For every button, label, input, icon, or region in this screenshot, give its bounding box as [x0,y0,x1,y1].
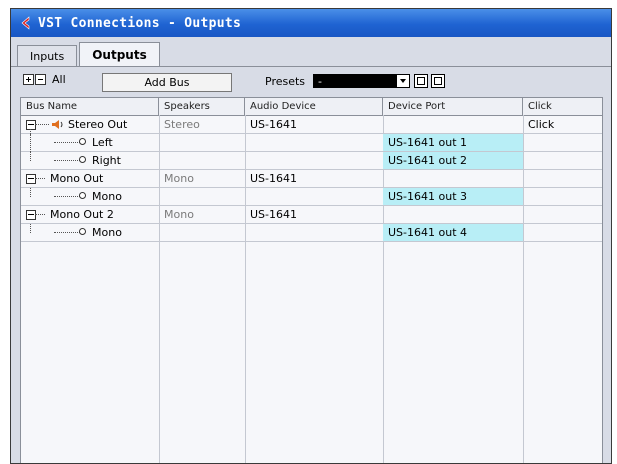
audio-device-value[interactable]: US-1641 [245,206,297,223]
remove-preset-icon[interactable] [431,74,445,88]
presets-label: Presets [265,75,306,88]
channel-name: Left [92,136,113,149]
collapse-all-icon[interactable] [35,74,46,85]
tab-outputs[interactable]: Outputs [79,42,160,66]
audio-device-value[interactable]: US-1641 [245,170,297,187]
title-bar[interactable]: VST Connections - Outputs [11,9,611,37]
speakers-value: Mono [164,172,194,185]
tree-line [54,232,80,233]
bus-table: Bus Name Speakers Audio Device Device Po… [20,97,603,463]
speakers-value: Stereo [164,118,200,131]
channel-name: Mono [92,226,122,239]
tree-line [35,178,45,179]
column-click[interactable]: Click [523,98,602,115]
table-row[interactable]: Mono Out 2 Mono US-1641 [21,206,602,224]
column-bus-name[interactable]: Bus Name [21,98,159,115]
device-port-value[interactable]: US-1641 out 3 [383,188,523,205]
port-icon [79,156,86,163]
tree-line [35,124,49,125]
channel-name: Mono [92,190,122,203]
click-value[interactable]: Click [523,116,554,133]
tree-line [54,196,80,197]
toolbar: All Add Bus Presets - [11,67,611,93]
tree-line [30,224,31,233]
vst-connections-window: VST Connections - Outputs Inputs Outputs… [10,8,612,464]
audio-device-value[interactable]: US-1641 [245,116,297,133]
tree-line [30,134,31,152]
device-port-value[interactable]: US-1641 out 4 [383,224,523,241]
window-title: VST Connections - Outputs [38,15,242,31]
port-icon [79,138,86,145]
table-row[interactable]: Right US-1641 out 2 [21,152,602,170]
table-row[interactable]: Mono US-1641 out 3 [21,188,602,206]
tree-line [54,142,80,143]
table-row[interactable]: Left US-1641 out 1 [21,134,602,152]
tab-bar: Inputs Outputs [17,42,162,66]
tree-line [35,214,45,215]
table-header: Bus Name Speakers Audio Device Device Po… [21,98,602,116]
cubase-logo-icon [18,16,32,30]
all-label: All [52,73,66,86]
bus-name: Stereo Out [68,118,128,131]
collapse-toggle-icon[interactable] [26,174,36,184]
store-preset-icon[interactable] [414,74,428,88]
device-port-value[interactable]: US-1641 out 1 [383,134,523,151]
add-bus-button[interactable]: Add Bus [102,73,232,92]
presets-dropdown-arrow-icon[interactable] [396,74,410,88]
column-speakers[interactable]: Speakers [159,98,245,115]
table-row[interactable]: Stereo Out Stereo US-1641 Click [21,116,602,134]
collapse-toggle-icon[interactable] [26,210,36,220]
tree-line [30,152,31,161]
table-row[interactable]: Mono Out Mono US-1641 [21,170,602,188]
bus-name: Mono Out [50,172,104,185]
expand-all-icon[interactable] [23,74,34,85]
column-audio-device[interactable]: Audio Device [245,98,383,115]
table-row[interactable]: Mono US-1641 out 4 [21,224,602,242]
port-icon [79,228,86,235]
tree-line [54,160,80,161]
presets-select[interactable]: - [313,74,396,88]
port-icon [79,192,86,199]
expand-collapse-all: All [23,73,66,86]
bus-name: Mono Out 2 [50,208,114,221]
column-device-port[interactable]: Device Port [383,98,523,115]
collapse-toggle-icon[interactable] [26,120,36,130]
channel-name: Right [92,154,121,167]
tree-line [30,188,31,197]
device-port-value[interactable]: US-1641 out 2 [383,152,523,169]
speakers-value: Mono [164,208,194,221]
tab-inputs[interactable]: Inputs [17,45,78,66]
